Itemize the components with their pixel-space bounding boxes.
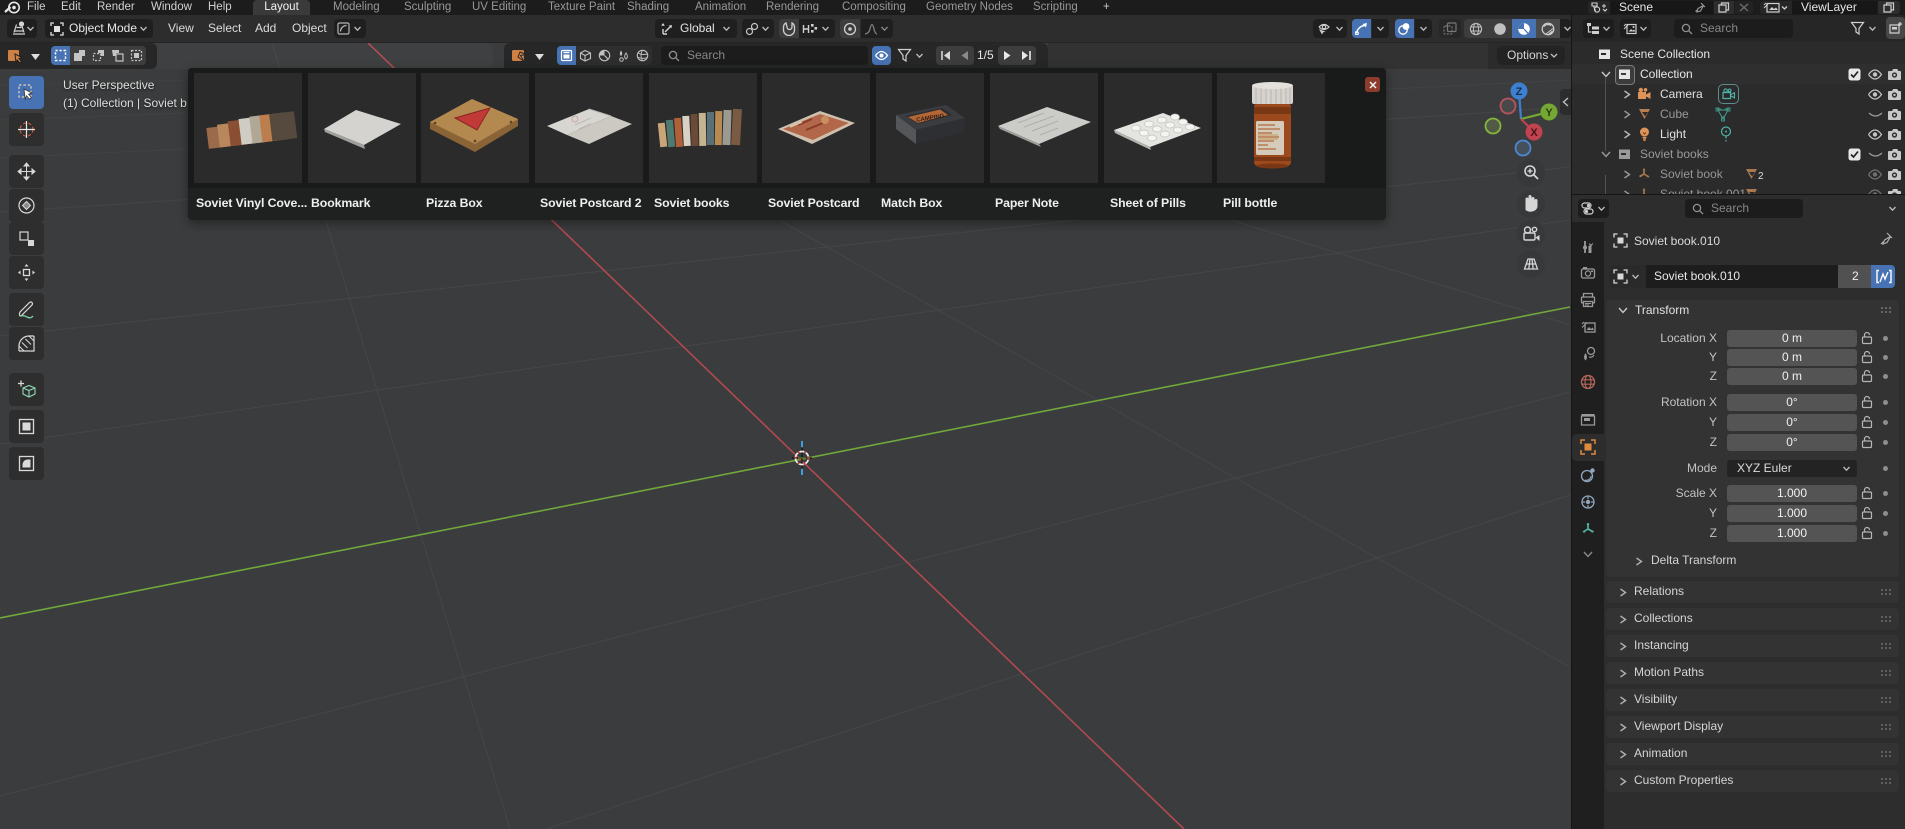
svg-text:Z: Z	[1516, 86, 1523, 98]
svg-text:X: X	[1530, 127, 1538, 139]
svg-text:Y: Y	[1545, 107, 1553, 119]
